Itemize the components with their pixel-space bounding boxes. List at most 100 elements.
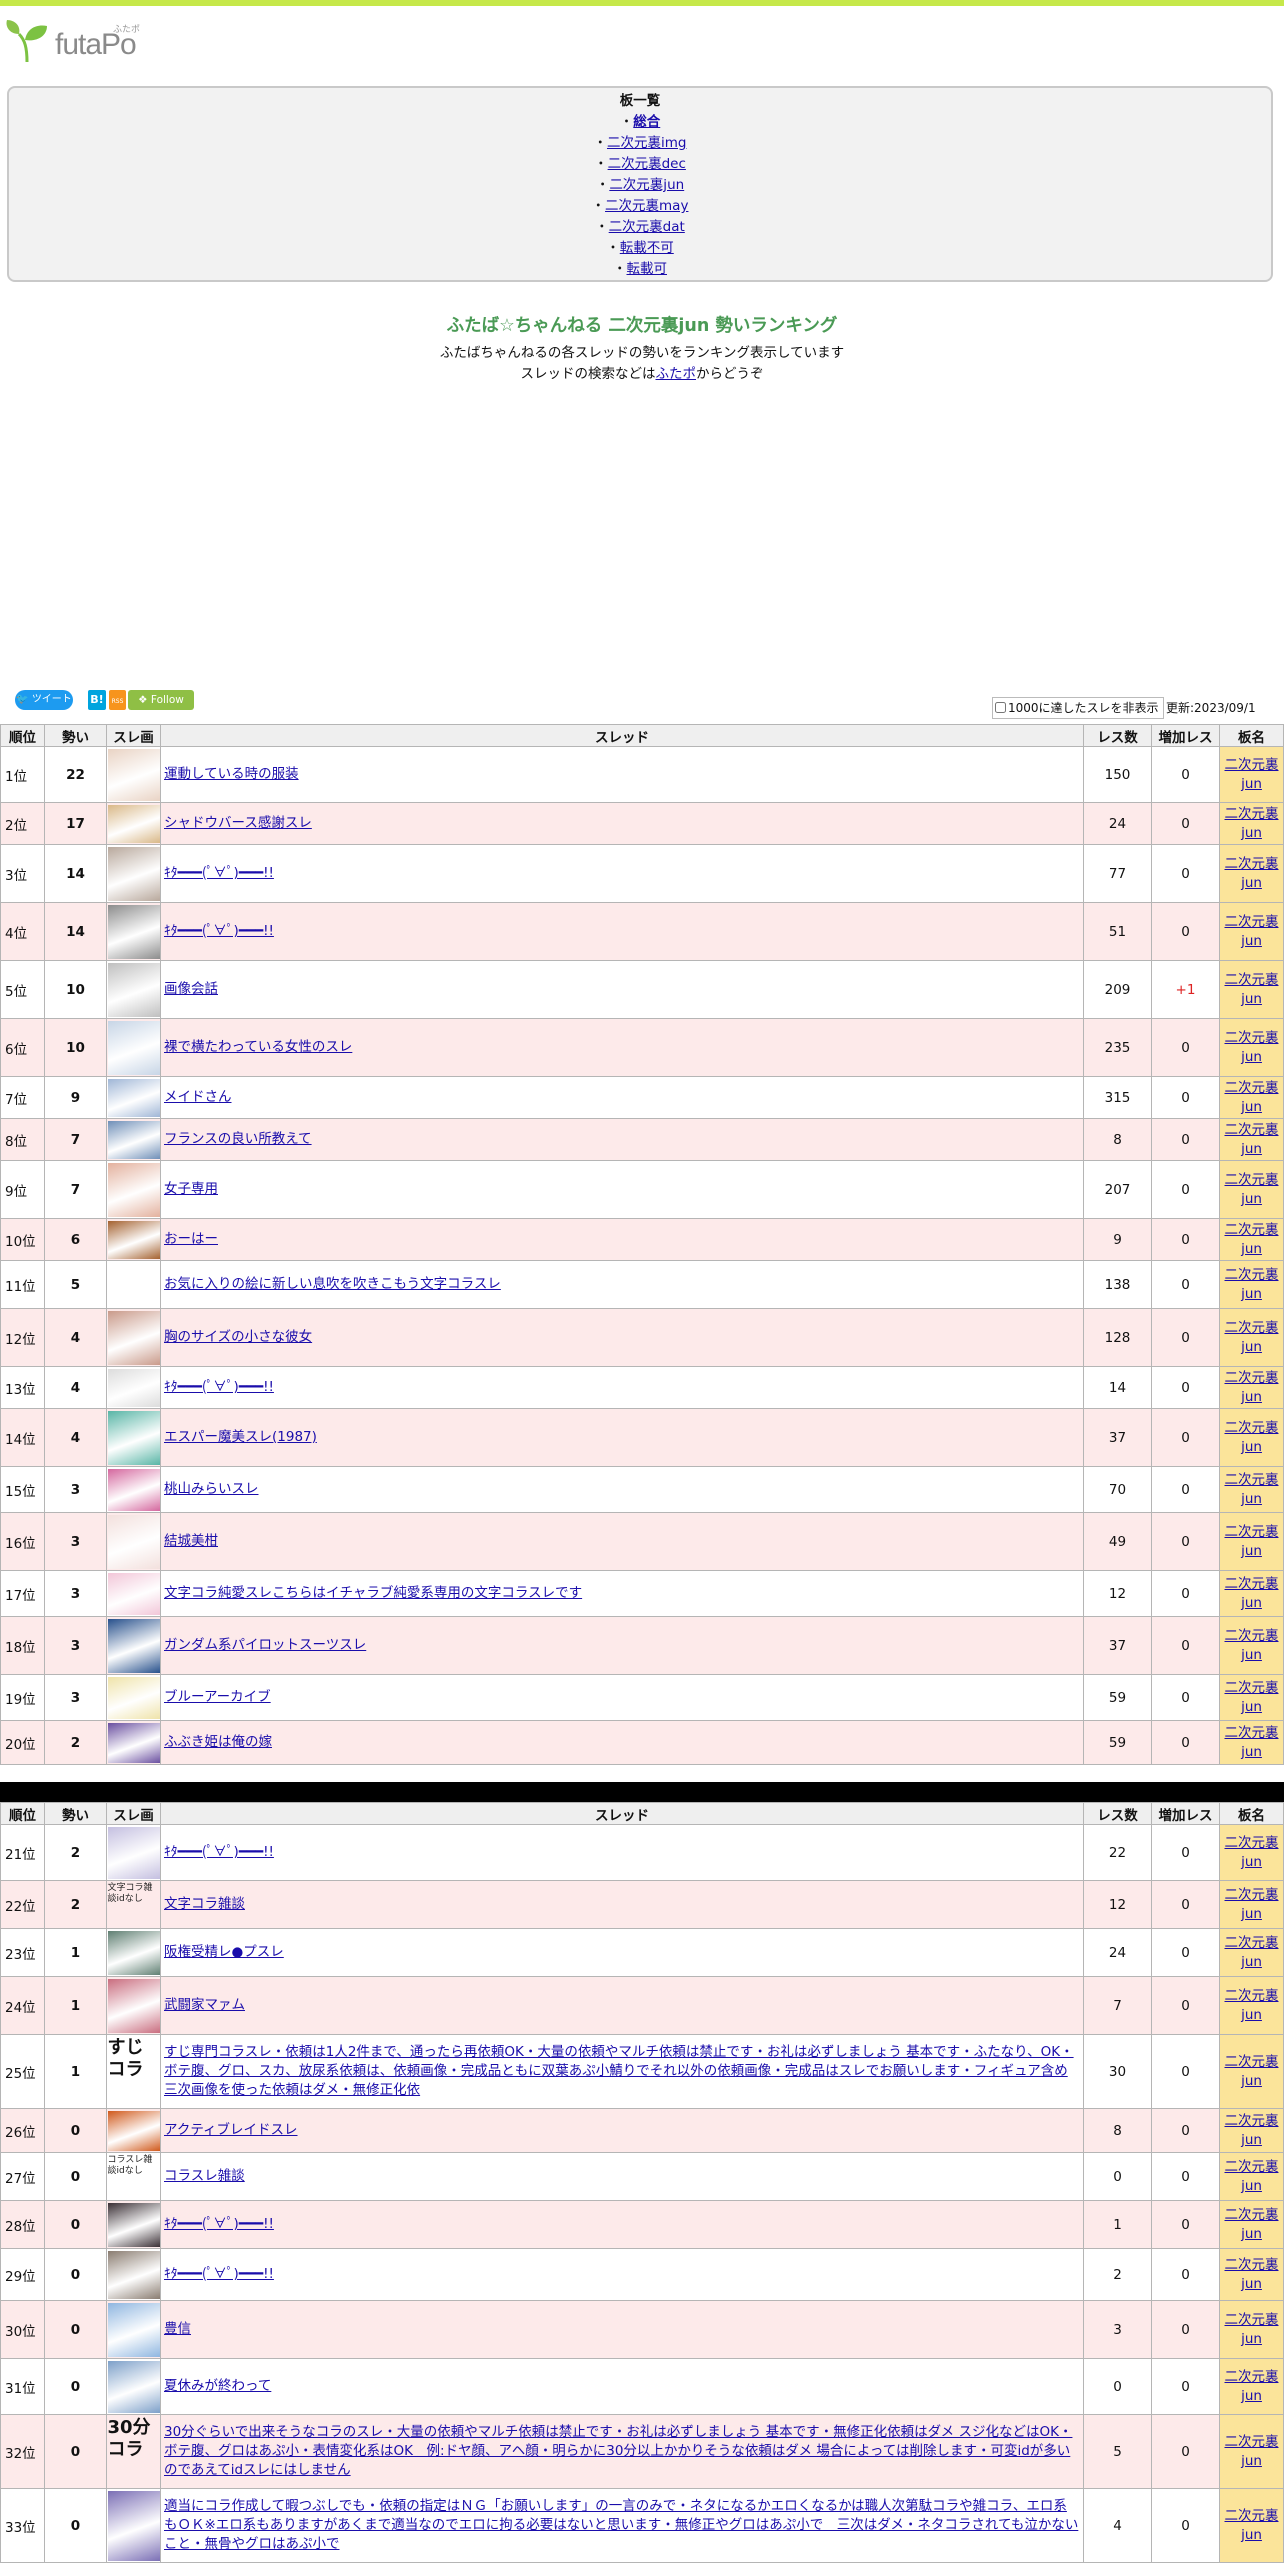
- thumbnail-cell[interactable]: [106, 1570, 161, 1617]
- thumbnail-cell[interactable]: [106, 1928, 161, 1977]
- thread-link[interactable]: 画像会話: [164, 981, 218, 997]
- thumbnail-cell[interactable]: [106, 1616, 161, 1675]
- thread-link[interactable]: 適当にコラ作成して暇つぶしでも・依頼の指定はＮＧ「お願いします」の一言のみで・ネ…: [164, 2498, 1078, 2552]
- thread-link[interactable]: アクティブレイドスレ: [164, 2122, 298, 2138]
- thumbnail-cell[interactable]: [106, 802, 161, 845]
- thumbnail-cell[interactable]: [106, 844, 161, 903]
- board-name-link[interactable]: 二次元裏jun: [1225, 1030, 1279, 1065]
- board-name-link[interactable]: 二次元裏jun: [1225, 757, 1279, 792]
- thumbnail-cell[interactable]: [106, 1260, 161, 1309]
- thread-link[interactable]: メイドさん: [164, 1089, 232, 1105]
- board-link[interactable]: 転載不可: [620, 240, 674, 256]
- thread-link[interactable]: 文字コラ純愛スレこちらはイチャラブ純愛系専用の文字コラスレです: [164, 1585, 582, 1601]
- thread-link[interactable]: 結城美柑: [164, 1533, 218, 1549]
- thread-link[interactable]: おーはー: [164, 1231, 218, 1247]
- board-name-link[interactable]: 二次元裏jun: [1225, 2207, 1279, 2242]
- feedly-follow-button[interactable]: ❖ Follow: [128, 690, 194, 710]
- thumbnail-cell[interactable]: [106, 1674, 161, 1721]
- thread-link[interactable]: フランスの良い所教えて: [164, 1131, 312, 1147]
- board-name-link[interactable]: 二次元裏jun: [1225, 972, 1279, 1007]
- thumbnail-cell[interactable]: [106, 2248, 161, 2301]
- board-name-link[interactable]: 二次元裏jun: [1225, 1988, 1279, 2023]
- thread-link[interactable]: 運動している時の服装: [164, 766, 299, 782]
- thread-link[interactable]: シャドウバース感謝スレ: [164, 815, 312, 831]
- thread-link[interactable]: 阪権受精レ●プスレ: [164, 1944, 284, 1960]
- thread-link[interactable]: 夏休みが終わって: [164, 2378, 271, 2394]
- thumbnail-cell[interactable]: [106, 1408, 161, 1467]
- thread-link[interactable]: ｷﾀ━━━(ﾟ∀ﾟ)━━━!!: [164, 2216, 274, 2232]
- board-name-link[interactable]: 二次元裏jun: [1225, 1080, 1279, 1115]
- thread-link[interactable]: 胸のサイズの小さな彼女: [164, 1329, 312, 1345]
- board-link[interactable]: 二次元裏jun: [609, 177, 684, 193]
- thread-link[interactable]: 文字コラ雑談: [164, 1896, 245, 1912]
- tweet-button[interactable]: 🐦 ツイート: [15, 690, 73, 710]
- board-name-link[interactable]: 二次元裏jun: [1225, 2113, 1279, 2148]
- thread-link[interactable]: ｷﾀ━━━(ﾟ∀ﾟ)━━━!!: [164, 865, 274, 881]
- thread-link[interactable]: ｷﾀ━━━(ﾟ∀ﾟ)━━━!!: [164, 1844, 274, 1860]
- board-link[interactable]: 二次元裏dec: [608, 156, 686, 172]
- thread-link[interactable]: 30分ぐらいで出来そうなコラのスレ・大量の依頼やマルチ依頼は禁止です・お礼は必ず…: [164, 2424, 1072, 2478]
- board-name-link[interactable]: 二次元裏jun: [1225, 1420, 1279, 1455]
- board-link[interactable]: 二次元裏img: [607, 135, 686, 151]
- board-name-link[interactable]: 二次元裏jun: [1225, 2312, 1279, 2347]
- board-name-link[interactable]: 二次元裏jun: [1225, 2054, 1279, 2089]
- thumbnail-cell[interactable]: [106, 2488, 161, 2563]
- thumbnail-cell[interactable]: [106, 2300, 161, 2359]
- thread-link[interactable]: ガンダム系パイロットスーツスレ: [164, 1637, 366, 1653]
- board-name-link[interactable]: 二次元裏jun: [1225, 1320, 1279, 1355]
- thumbnail-cell[interactable]: [106, 1118, 161, 1161]
- thread-link[interactable]: ｷﾀ━━━(ﾟ∀ﾟ)━━━!!: [164, 2266, 274, 2282]
- rss-button[interactable]: RSS: [109, 690, 126, 710]
- board-name-link[interactable]: 二次元裏jun: [1225, 1172, 1279, 1207]
- thumbnail-cell[interactable]: [106, 1366, 161, 1409]
- board-link[interactable]: 二次元裏dat: [609, 219, 685, 235]
- thread-link[interactable]: 女子専用: [164, 1181, 218, 1197]
- thread-link[interactable]: 豊信: [164, 2321, 191, 2337]
- thumbnail-cell[interactable]: [106, 2200, 161, 2249]
- hatena-bookmark-button[interactable]: B!: [88, 690, 106, 710]
- thumbnail-cell[interactable]: [106, 1018, 161, 1077]
- board-name-link[interactable]: 二次元裏jun: [1225, 806, 1279, 841]
- board-name-link[interactable]: 二次元裏jun: [1225, 1725, 1279, 1760]
- thumbnail-cell[interactable]: [106, 1720, 161, 1765]
- board-name-link[interactable]: 二次元裏jun: [1225, 1122, 1279, 1157]
- thread-link[interactable]: すじ専門コラスレ・依頼は1人2件まで、通ったら再依頼OK・大量の依頼やマルチ依頼…: [164, 2044, 1074, 2098]
- board-name-link[interactable]: 二次元裏jun: [1225, 914, 1279, 949]
- board-name-link[interactable]: 二次元裏jun: [1225, 856, 1279, 891]
- thread-link[interactable]: 武闘家マァム: [164, 1997, 245, 2013]
- thumbnail-cell[interactable]: [106, 1976, 161, 2035]
- thread-link[interactable]: 裸で横たわっている女性のスレ: [164, 1039, 352, 1055]
- thumbnail-cell[interactable]: [106, 1308, 161, 1367]
- board-name-link[interactable]: 二次元裏jun: [1225, 2434, 1279, 2469]
- board-name-link[interactable]: 二次元裏jun: [1225, 1835, 1279, 1870]
- futapo-link[interactable]: ふたポ: [656, 366, 697, 382]
- thumbnail-cell[interactable]: [106, 2358, 161, 2415]
- board-name-link[interactable]: 二次元裏jun: [1225, 1472, 1279, 1507]
- thumbnail-cell[interactable]: [106, 902, 161, 961]
- board-link[interactable]: 総合: [633, 114, 660, 130]
- board-name-link[interactable]: 二次元裏jun: [1225, 1680, 1279, 1715]
- thumbnail-cell[interactable]: [106, 1218, 161, 1261]
- board-link[interactable]: 転載可: [627, 261, 668, 277]
- thumbnail-cell[interactable]: [106, 746, 161, 803]
- thumbnail-cell[interactable]: すじ コラ: [106, 2034, 161, 2109]
- thumbnail-cell[interactable]: [106, 1160, 161, 1219]
- board-name-link[interactable]: 二次元裏jun: [1225, 1524, 1279, 1559]
- site-logo[interactable]: futaPo ふたポ: [5, 18, 145, 64]
- board-name-link[interactable]: 二次元裏jun: [1225, 1222, 1279, 1257]
- board-name-link[interactable]: 二次元裏jun: [1225, 2159, 1279, 2194]
- thread-link[interactable]: お気に入りの絵に新しい息吹を吹きこもう文字コラスレ: [164, 1276, 501, 1292]
- thread-link[interactable]: コラスレ雑談: [164, 2168, 245, 2184]
- board-name-link[interactable]: 二次元裏jun: [1225, 1935, 1279, 1970]
- board-name-link[interactable]: 二次元裏jun: [1225, 2508, 1279, 2543]
- hide-1000-toggle[interactable]: 1000に達したスレを非表示: [992, 697, 1164, 719]
- thread-link[interactable]: ブルーアーカイブ: [164, 1689, 271, 1705]
- thread-link[interactable]: ｷﾀ━━━(ﾟ∀ﾟ)━━━!!: [164, 1379, 274, 1395]
- hide-1000-checkbox[interactable]: [995, 702, 1006, 713]
- thumbnail-cell[interactable]: [106, 2108, 161, 2153]
- board-name-link[interactable]: 二次元裏jun: [1225, 1887, 1279, 1922]
- board-link[interactable]: 二次元裏may: [605, 198, 688, 214]
- thumbnail-cell[interactable]: コラスレ雑談idなし: [106, 2152, 161, 2201]
- thumbnail-cell[interactable]: [106, 1512, 161, 1571]
- thumbnail-cell[interactable]: [106, 1466, 161, 1513]
